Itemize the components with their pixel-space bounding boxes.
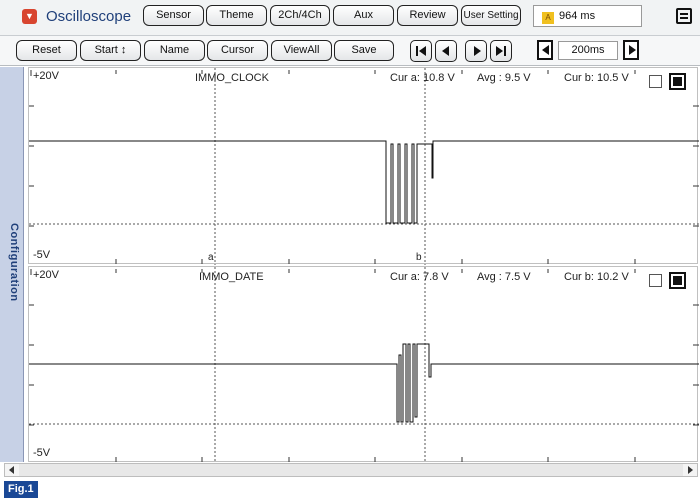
- channel-1-vmin-label: -5V: [33, 249, 51, 261]
- channel-1-panel[interactable]: +20V IMMO_CLOCK Cur a: 10.8 V Avg : 9.5 …: [28, 67, 699, 265]
- previous-icon: [442, 46, 449, 56]
- channel-1-stop-icon[interactable]: [669, 73, 686, 90]
- channel-2-stop-icon[interactable]: [669, 272, 686, 289]
- cursor-a-marker[interactable]: a: [208, 252, 214, 263]
- figure-label: Fig.1: [4, 481, 38, 498]
- theme-button[interactable]: Theme: [206, 5, 267, 26]
- name-button[interactable]: Name: [144, 40, 205, 61]
- app-menu-icon[interactable]: ▼: [22, 9, 37, 24]
- channel-2-cursor-b: Cur b: 10.2 V: [564, 271, 629, 283]
- channel-1-name[interactable]: IMMO_CLOCK: [195, 72, 269, 84]
- channel-2-cursor-a: Cur a: 7.8 V: [390, 271, 449, 283]
- channel-1-waveform: [29, 68, 699, 265]
- channel-2-vmax-label: +20V: [33, 269, 59, 281]
- timebase-increase-button[interactable]: [623, 40, 639, 60]
- channel-mode-button[interactable]: 2Ch/4Ch: [270, 5, 330, 26]
- skip-end-icon: [496, 46, 503, 56]
- channel-1-average: Avg : 9.5 V: [477, 72, 531, 84]
- toolbar: Reset Start ↕ Name Cursor ViewAll Save 2…: [0, 36, 700, 66]
- channel-2-name[interactable]: IMMO_DATE: [199, 271, 264, 283]
- reset-button[interactable]: Reset: [16, 40, 77, 61]
- user-setting-button[interactable]: User Setting: [461, 5, 521, 26]
- channel-1-checkbox[interactable]: [649, 75, 662, 88]
- elapsed-time-value: 964 ms: [559, 10, 596, 22]
- timebase-value: 200ms: [558, 41, 618, 60]
- next-frame-button[interactable]: [465, 40, 487, 62]
- first-frame-button[interactable]: [410, 40, 432, 62]
- channel-2-average: Avg : 7.5 V: [477, 271, 531, 283]
- skip-start-icon: [416, 46, 418, 56]
- channel-2-panel[interactable]: +20V IMMO_DATE Cur a: 7.8 V Avg : 7.5 V …: [28, 266, 699, 463]
- decrease-arrow-icon: [542, 45, 549, 55]
- previous-frame-button[interactable]: [435, 40, 457, 62]
- channel-2-vmin-label: -5V: [33, 447, 51, 459]
- increase-arrow-icon: [629, 45, 636, 55]
- clock-icon: A: [542, 12, 554, 24]
- next-icon: [474, 46, 481, 56]
- channel-1-cursor-b: Cur b: 10.5 V: [564, 72, 629, 84]
- hamburger-menu-icon[interactable]: [676, 8, 692, 24]
- scroll-right-arrow-icon: [688, 466, 693, 474]
- configuration-tab[interactable]: Configuration: [0, 67, 24, 462]
- title-bar: ▼ Oscilloscope Sensor Theme 2Ch/4Ch Aux …: [0, 0, 700, 36]
- last-frame-button[interactable]: [490, 40, 512, 62]
- scroll-right-button[interactable]: [683, 464, 697, 476]
- timebase-decrease-button[interactable]: [537, 40, 553, 60]
- start-button[interactable]: Start ↕: [80, 40, 141, 61]
- channel-2-waveform: [29, 267, 699, 463]
- app-title: Oscilloscope: [46, 8, 132, 25]
- sensor-button[interactable]: Sensor: [143, 5, 204, 26]
- view-all-button[interactable]: ViewAll: [271, 40, 332, 61]
- configuration-tab-label: Configuration: [8, 223, 20, 302]
- horizontal-scrollbar[interactable]: [4, 463, 698, 477]
- save-button[interactable]: Save: [334, 40, 394, 61]
- cursor-button[interactable]: Cursor: [207, 40, 268, 61]
- channel-2-checkbox[interactable]: [649, 274, 662, 287]
- elapsed-time-display: A 964 ms: [533, 5, 642, 27]
- cursor-b-marker[interactable]: b: [416, 252, 422, 263]
- scroll-left-button[interactable]: [5, 464, 19, 476]
- aux-button[interactable]: Aux: [333, 5, 394, 26]
- channel-1-cursor-a: Cur a: 10.8 V: [390, 72, 455, 84]
- review-button[interactable]: Review: [397, 5, 458, 26]
- scroll-left-arrow-icon: [9, 466, 14, 474]
- channel-1-vmax-label: +20V: [33, 70, 59, 82]
